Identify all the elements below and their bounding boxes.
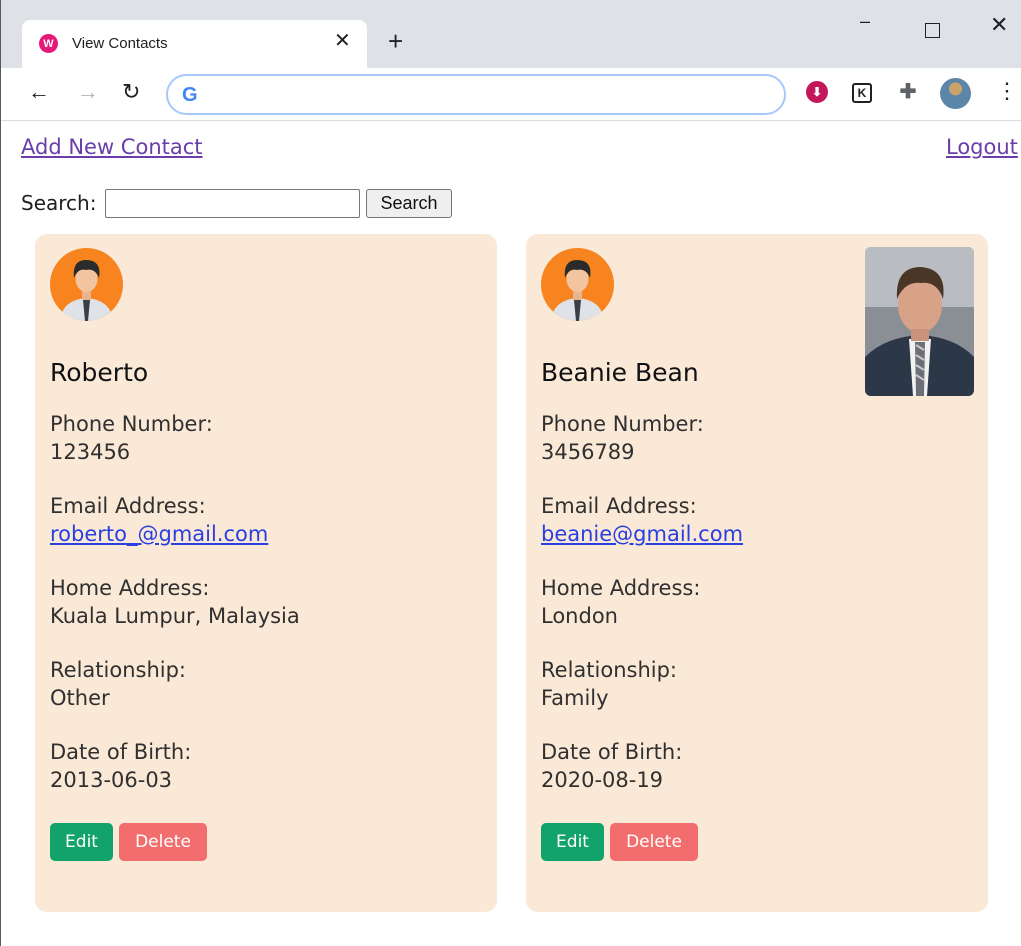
dob-label: Date of Birth: — [541, 740, 683, 764]
contact-name: Beanie Bean — [541, 358, 699, 387]
dob-value: 2020-08-19 — [541, 768, 664, 792]
edit-button[interactable]: Edit — [541, 823, 604, 861]
plus-icon[interactable]: + — [388, 28, 403, 54]
email-link[interactable]: beanie@gmail.com — [541, 522, 743, 546]
email-label: Email Address: — [541, 494, 697, 518]
relationship-label: Relationship: — [50, 658, 186, 682]
delete-button[interactable]: Delete — [610, 823, 698, 861]
contact-photo — [865, 247, 974, 396]
minimize-icon[interactable]: – — [860, 12, 870, 30]
window-close-icon[interactable]: ✕ — [990, 14, 1008, 36]
search-input[interactable] — [105, 189, 360, 218]
phone-value: 3456789 — [541, 440, 635, 464]
dob-label: Date of Birth: — [50, 740, 192, 764]
download-extension-icon[interactable]: ⬇ — [806, 81, 828, 103]
browser-toolbar: ← → ↻ G ⬇ K ✚ ⋮ — [0, 68, 1021, 121]
tab-view-contacts[interactable]: W View Contacts ✕ — [22, 20, 367, 68]
more-vert-icon[interactable]: ⋮ — [996, 80, 1018, 102]
relationship-label: Relationship: — [541, 658, 677, 682]
address-bar[interactable]: G — [166, 74, 786, 115]
google-icon: G — [182, 84, 198, 106]
search-label: Search: — [21, 191, 97, 215]
home-label: Home Address: — [50, 576, 210, 600]
home-label: Home Address: — [541, 576, 701, 600]
edit-button[interactable]: Edit — [50, 823, 113, 861]
k-extension-icon[interactable]: K — [852, 83, 872, 103]
puzzle-icon[interactable]: ✚ — [897, 80, 919, 103]
reload-icon[interactable]: ↻ — [122, 80, 140, 104]
phone-label: Phone Number: — [50, 412, 213, 436]
delete-button[interactable]: Delete — [119, 823, 207, 861]
forward-arrow-icon[interactable]: → — [77, 80, 99, 104]
logout-link[interactable]: Logout — [946, 135, 1018, 159]
contact-name: Roberto — [50, 358, 149, 387]
user-avatar-icon — [50, 248, 123, 321]
phone-value: 123456 — [50, 440, 131, 464]
email-link[interactable]: roberto_@gmail.com — [50, 522, 268, 546]
dob-value: 2013-06-03 — [50, 768, 173, 792]
page-content: Add New Contact Logout Search: Search Ro… — [0, 122, 1021, 946]
close-icon[interactable]: ✕ — [334, 31, 351, 51]
tab-favicon-icon: W — [39, 34, 58, 53]
contact-card: Beanie Bean Phone Number: 3456789 Email … — [526, 234, 988, 912]
back-arrow-icon[interactable]: ← — [28, 80, 50, 104]
user-avatar-icon — [541, 248, 614, 321]
relationship-value: Family — [541, 686, 609, 710]
contact-card: Roberto Phone Number: 123456 Email Addre… — [35, 234, 497, 912]
maximize-icon[interactable] — [925, 23, 940, 38]
home-value: Kuala Lumpur, Malaysia — [50, 604, 300, 628]
add-new-contact-link[interactable]: Add New Contact — [21, 135, 203, 159]
relationship-value: Other — [50, 686, 110, 710]
phone-label: Phone Number: — [541, 412, 704, 436]
tab-strip: W View Contacts ✕ + – ✕ — [0, 0, 1021, 68]
profile-avatar-icon[interactable] — [940, 78, 971, 109]
tab-title: View Contacts — [72, 35, 168, 52]
email-label: Email Address: — [50, 494, 206, 518]
search-button[interactable]: Search — [366, 189, 452, 218]
home-value: London — [541, 604, 618, 628]
